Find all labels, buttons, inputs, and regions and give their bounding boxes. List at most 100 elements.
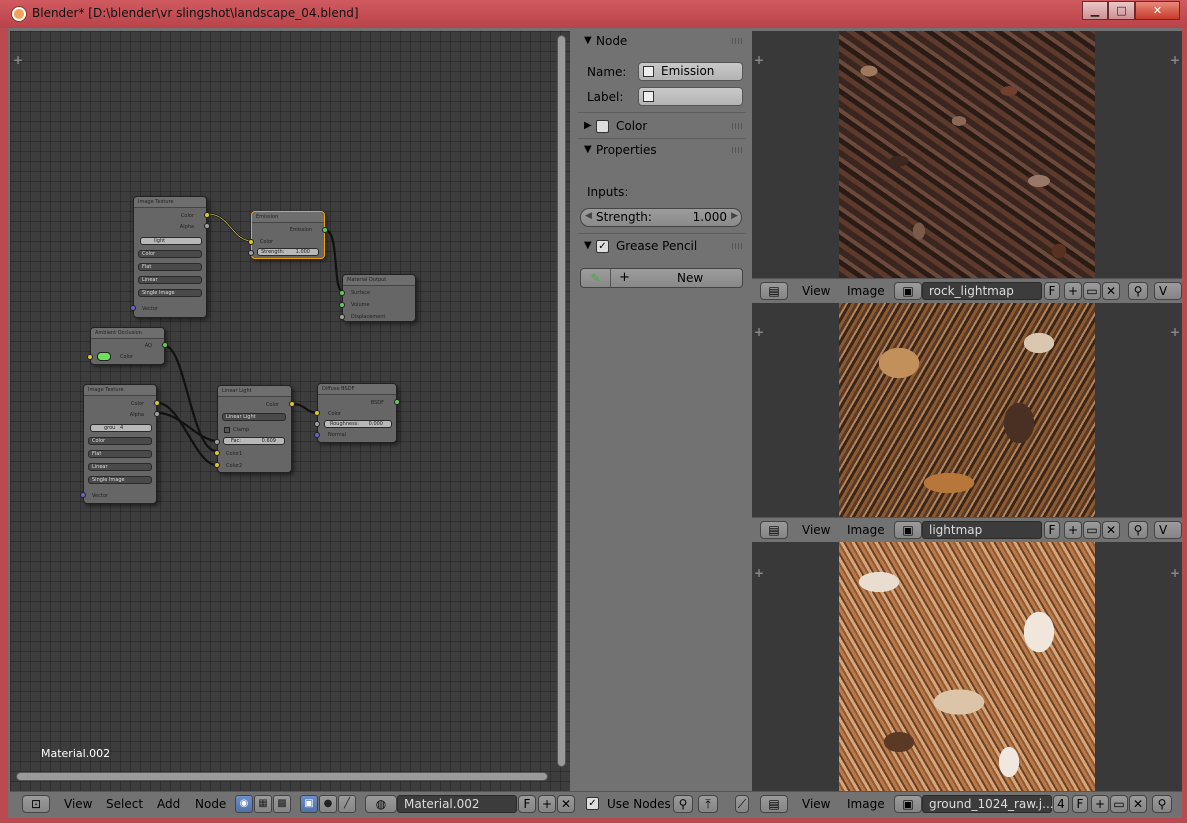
node-emission[interactable]: Emission Emission Color Strength: 1.000 <box>248 211 328 259</box>
strength-slider[interactable]: ◀ Strength: 1.000 ▶ <box>580 208 742 227</box>
fake-user-button[interactable]: F <box>1044 282 1060 300</box>
panel-header-node[interactable]: ▼ Node <box>578 32 746 52</box>
region-expand-icon[interactable]: + <box>1170 566 1180 580</box>
output-socket-bsdf[interactable] <box>394 399 400 405</box>
extension-dropdown[interactable]: Single Image <box>138 289 202 297</box>
object-shader-icon[interactable]: ▣ <box>300 795 318 813</box>
texture-nodes-icon[interactable]: ▩ <box>273 795 291 813</box>
input-socket-vector[interactable] <box>80 492 86 498</box>
open-image-icon[interactable]: ▭ <box>1083 521 1101 539</box>
output-socket-color[interactable] <box>289 401 295 407</box>
editor-type-icon[interactable]: ⊡ <box>22 795 50 813</box>
image-browse-icon[interactable]: ▣ <box>894 282 922 300</box>
open-image-icon[interactable]: ▭ <box>1083 282 1101 300</box>
new-image-icon[interactable]: + <box>1064 521 1082 539</box>
new-image-icon[interactable]: + <box>1064 282 1082 300</box>
color-space-dropdown[interactable]: Color <box>138 250 202 258</box>
image-browse-icon[interactable]: ▣ <box>894 795 922 813</box>
panel-drag-grip-icon[interactable] <box>732 147 742 153</box>
output-socket-alpha[interactable] <box>204 223 210 229</box>
view-menu[interactable]: View <box>802 523 830 537</box>
world-shader-icon[interactable]: ● <box>319 795 337 813</box>
node-ambient-occlusion[interactable]: Ambient Occlusion AO Color <box>87 327 168 365</box>
strength-field[interactable]: Strength: 1.000 <box>257 248 319 256</box>
maximize-button[interactable]: □ <box>1108 1 1135 20</box>
shader-nodes-icon[interactable]: ◉ <box>235 795 253 813</box>
decrement-arrow-icon[interactable]: ◀ <box>585 211 592 221</box>
node-image-texture-light[interactable]: Image Texture Color Alpha light Color Fl… <box>130 196 210 318</box>
use-nodes-checkbox[interactable]: ✓ <box>586 797 599 810</box>
image-users-count[interactable]: 4 <box>1053 795 1069 813</box>
open-image-icon[interactable]: ▭ <box>1110 795 1128 813</box>
panel-header-color[interactable]: ▶ Color <box>578 117 746 137</box>
image-editor-3[interactable]: + + <box>752 542 1182 791</box>
node-editor-vertical-scrollbar[interactable] <box>557 35 566 767</box>
region-expand-icon[interactable]: + <box>754 53 764 67</box>
ao-color-swatch[interactable] <box>97 352 111 361</box>
select-menu[interactable]: Select <box>106 797 143 811</box>
region-expand-icon[interactable]: + <box>1170 53 1180 67</box>
input-socket-color[interactable] <box>87 354 93 360</box>
pencil-icon[interactable]: ✎ <box>581 269 611 287</box>
node-menu[interactable]: Node <box>195 797 226 811</box>
blend-mode-dropdown[interactable]: Linear Light <box>222 413 286 421</box>
image-selector[interactable]: grou 4 <box>90 424 152 432</box>
output-socket-ao[interactable] <box>162 342 168 348</box>
pin-icon[interactable]: ⚲ <box>1152 795 1172 813</box>
pin-icon[interactable]: ⚲ <box>1128 521 1148 539</box>
pin-icon[interactable]: ⚲ <box>1128 282 1148 300</box>
color-space-dropdown[interactable]: Color <box>88 437 152 445</box>
linestyle-shader-icon[interactable]: ╱ <box>338 795 356 813</box>
image-menu[interactable]: Image <box>847 797 885 811</box>
editor-type-icon[interactable]: ▤ <box>760 795 788 813</box>
image-editor-1[interactable]: + + <box>752 31 1182 278</box>
panel-drag-grip-icon[interactable] <box>732 38 742 44</box>
clamp-checkbox[interactable] <box>224 427 230 433</box>
output-socket-color[interactable] <box>154 400 160 406</box>
input-socket-color2[interactable] <box>214 462 220 468</box>
unlink-image-icon[interactable]: ✕ <box>1129 795 1147 813</box>
output-socket-emission[interactable] <box>322 227 328 233</box>
node-editor-horizontal-scrollbar[interactable] <box>16 772 548 781</box>
add-menu[interactable]: Add <box>157 797 180 811</box>
input-socket-color1[interactable] <box>214 450 220 456</box>
input-socket-surface[interactable] <box>339 290 345 296</box>
snap-icon[interactable]: ⟋ <box>735 795 749 813</box>
increment-arrow-icon[interactable]: ▶ <box>731 211 738 221</box>
input-socket-strength[interactable] <box>248 250 254 256</box>
panel-drag-grip-icon[interactable] <box>732 123 742 129</box>
node-editor-canvas[interactable]: + Image Texture Color Alpha light Color … <box>10 31 570 791</box>
image-name-field[interactable]: ground_1024_raw.j... <box>922 795 1054 813</box>
material-browse-icon[interactable]: ◍ <box>365 795 397 813</box>
new-image-icon[interactable]: + <box>1091 795 1109 813</box>
panel-header-grease-pencil[interactable]: ▼ ✓ Grease Pencil <box>578 237 746 257</box>
overflow-menu[interactable]: V <box>1154 282 1182 300</box>
image-selector[interactable]: light <box>140 237 202 245</box>
node-name-field[interactable]: Emission <box>638 62 743 81</box>
fake-user-button[interactable]: F <box>518 795 536 813</box>
region-expand-icon[interactable]: + <box>1170 325 1180 339</box>
view-menu[interactable]: View <box>802 284 830 298</box>
grease-pencil-checkbox[interactable]: ✓ <box>596 240 609 253</box>
image-name-field[interactable]: rock_lightmap <box>922 282 1042 300</box>
input-socket-vector[interactable] <box>130 305 136 311</box>
image-menu[interactable]: Image <box>847 284 885 298</box>
input-socket-color[interactable] <box>314 410 320 416</box>
go-to-parent-icon[interactable]: ⤒ <box>698 795 718 813</box>
view-menu[interactable]: View <box>64 797 92 811</box>
fake-user-button[interactable]: F <box>1044 521 1060 539</box>
editor-type-icon[interactable]: ▤ <box>760 521 788 539</box>
new-material-icon[interactable]: + <box>538 795 556 813</box>
input-socket-normal[interactable] <box>314 432 320 438</box>
compositing-nodes-icon[interactable]: ▦ <box>254 795 272 813</box>
unlink-image-icon[interactable]: ✕ <box>1102 282 1120 300</box>
roughness-field[interactable]: Roughness: 0.000 <box>324 420 392 428</box>
pin-icon[interactable]: ⚲ <box>673 795 693 813</box>
output-socket-color[interactable] <box>204 212 210 218</box>
panel-drag-grip-icon[interactable] <box>732 243 742 249</box>
new-grease-pencil-button[interactable]: ✎ + New <box>580 268 743 288</box>
image-menu[interactable]: Image <box>847 523 885 537</box>
node-material-output[interactable]: Material Output Surface Volume Displacem… <box>339 274 416 322</box>
extension-dropdown[interactable]: Single Image <box>88 476 152 484</box>
overflow-menu[interactable]: V <box>1154 521 1182 539</box>
